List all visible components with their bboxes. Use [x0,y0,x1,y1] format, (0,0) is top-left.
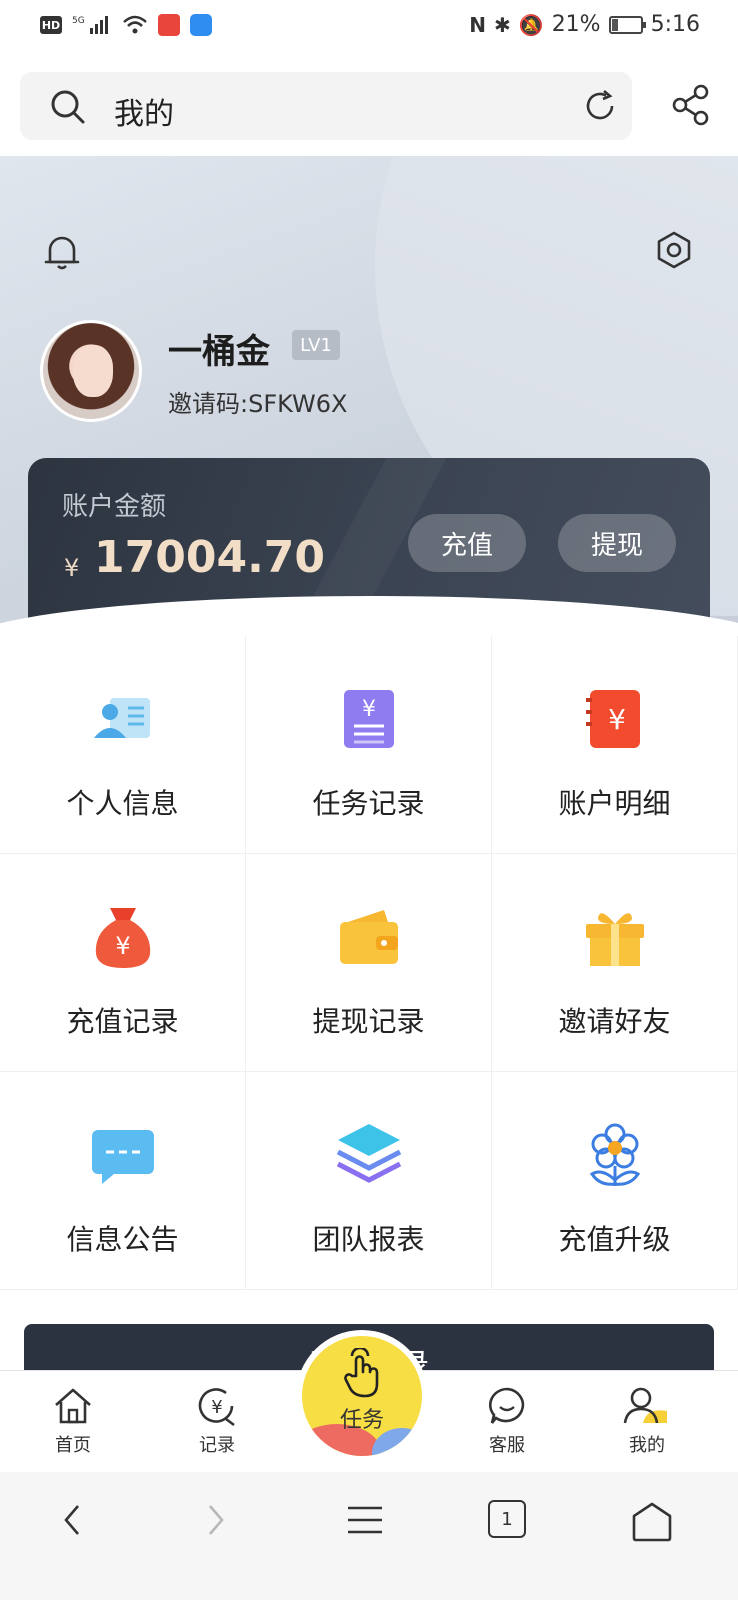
svg-text:¥: ¥ [362,697,376,722]
bluetooth-icon: ✱ [494,12,511,37]
signal-icon: 5G [72,16,108,34]
layers-icon [336,1124,402,1183]
search-icon [51,90,85,124]
chat-icon [489,1387,525,1424]
user-icon [623,1387,667,1424]
menu-item-withdraw-record[interactable]: 提现记录 [246,854,492,1072]
avatar-face [73,345,113,397]
tab-home[interactable]: 首页 [28,1385,118,1457]
battery-fill [611,18,618,31]
menu-grid: 个人信息 ¥ 任务记录 ¥ 账户明细 ¥ 充值记录 提现记录 邀请好友 信息公告… [0,636,738,1290]
menu-item-personal-info[interactable]: 个人信息 [0,636,246,854]
invite-code: 邀请码:SFKW6X [168,390,348,418]
tab-label: 我的 [629,1435,665,1456]
tab-label: 客服 [489,1435,525,1456]
menu-label: 账户明细 [558,787,671,820]
svg-text:¥: ¥ [211,1397,222,1418]
share-icon[interactable] [672,84,710,126]
menu-label: 邀请好友 [558,1005,671,1038]
battery-percent: 21% [551,12,601,37]
address-bar[interactable]: 我的 [20,72,632,140]
flower-icon [589,1123,641,1186]
task-button-label: 任务 [339,1408,384,1433]
menu-label: 提现记录 [312,1005,425,1038]
tabs-button[interactable]: 1 [488,1500,526,1538]
recharge-button[interactable]: 充值 [408,514,526,572]
profile-header: 一桶金 LV1 邀请码:SFKW6X 账户金额 ¥ 17004.70 充值 提现 [0,156,738,636]
status-right: N ✱ 🔕 21% 5:16 [469,12,700,37]
menu-item-upgrade[interactable]: 充值升级 [492,1072,738,1290]
balance-label: 账户金额 [62,492,167,522]
account-detail-icon: ¥ [586,690,640,748]
username: 一桶金 [168,332,270,372]
wifi-icon [123,15,147,34]
settings-icon[interactable] [654,230,694,270]
menu-label: 团队报表 [312,1223,425,1256]
network-label: 5G [72,16,85,26]
app-notification-icon [158,14,180,36]
reload-icon[interactable] [582,88,618,124]
menu-item-recharge-record[interactable]: ¥ 充值记录 [0,854,246,1072]
cloud-notification-icon [190,14,212,36]
home-nav-icon[interactable] [630,1500,674,1544]
menu-label: 充值记录 [66,1005,179,1038]
status-bar: HD 5G N ✱ 🔕 21% 5:16 [0,0,738,56]
menu-item-team-report[interactable]: 团队报表 [246,1072,492,1290]
svg-text:¥: ¥ [608,703,626,736]
menu-label: 信息公告 [66,1223,179,1256]
menu-item-announcements[interactable]: 信息公告 [0,1072,246,1290]
withdraw-button[interactable]: 提现 [558,514,676,572]
home-icon [55,1388,91,1424]
system-nav-bar: 1 [0,1472,738,1600]
bell-icon[interactable] [42,232,82,272]
balance-amount: 17004.70 [94,532,326,583]
svg-text:¥: ¥ [115,932,130,960]
tab-me[interactable]: 我的 [602,1385,692,1457]
task-center-button[interactable]: 任务 [302,1336,422,1456]
currency-symbol: ¥ [64,554,80,582]
clock: 5:16 [650,12,700,37]
message-icon [92,1130,154,1184]
forward-icon[interactable] [202,1500,230,1540]
tab-record[interactable]: ¥ 记录 [172,1385,262,1457]
mute-icon: 🔕 [518,12,544,37]
task-record-icon: ¥ [344,690,394,748]
menu-label: 个人信息 [66,787,179,820]
back-icon[interactable] [58,1500,86,1540]
tab-label: 首页 [55,1435,91,1456]
avatar[interactable] [40,320,142,422]
hd-badge: HD [40,16,62,34]
record-icon: ¥ [198,1388,235,1427]
menu-item-invite-friends[interactable]: 邀请好友 [492,854,738,1072]
address-text: 我的 [114,97,174,132]
status-left: HD 5G [40,14,212,36]
menu-item-task-record[interactable]: ¥ 任务记录 [246,636,492,854]
tab-customer-service[interactable]: 客服 [462,1385,552,1457]
nfc-icon: N [469,12,487,37]
menu-label: 任务记录 [312,787,425,820]
menu-item-account-detail[interactable]: ¥ 账户明细 [492,636,738,854]
gift-icon [586,913,644,966]
tap-hand-icon [344,1348,379,1398]
level-badge: LV1 [292,330,340,360]
battery-icon [608,15,646,34]
wallet-icon [340,910,398,964]
id-card-icon [94,698,150,738]
menu-label: 充值升级 [558,1223,671,1256]
browser-toolbar: 我的 [0,56,738,156]
money-bag-icon: ¥ [95,908,151,968]
tab-count: 1 [501,1508,513,1530]
tab-label: 记录 [199,1435,235,1456]
menu-icon[interactable] [346,1500,384,1540]
